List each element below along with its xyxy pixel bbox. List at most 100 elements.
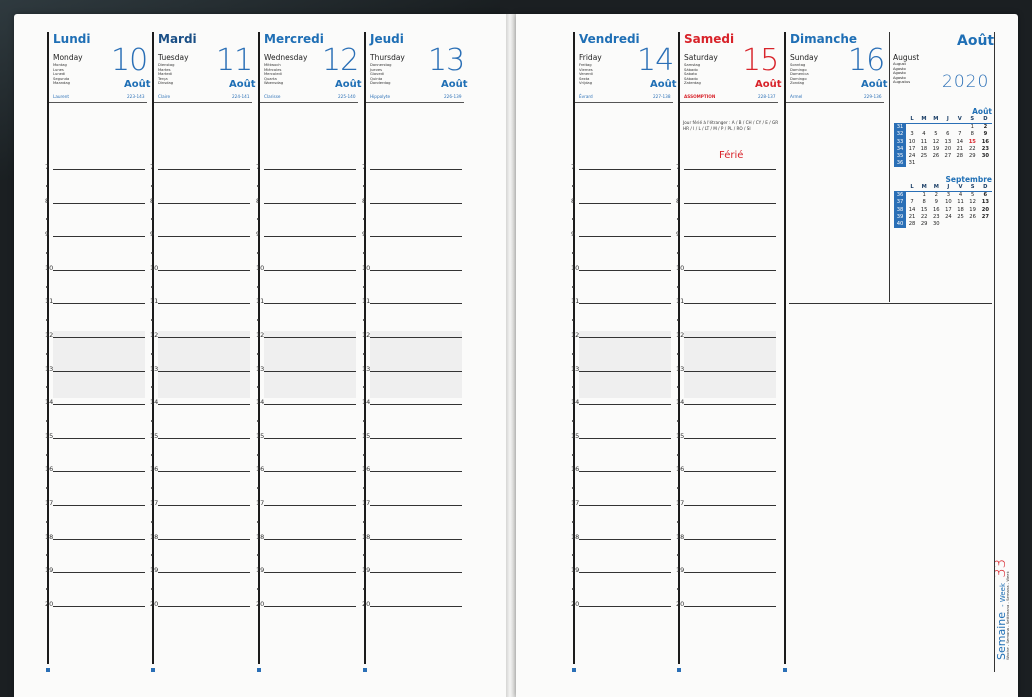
hour-slot-line[interactable] [264, 337, 356, 338]
day-cell[interactable]: 30 [979, 153, 992, 160]
day-cell[interactable]: 14 [906, 207, 918, 214]
day-cell[interactable]: 9 [979, 131, 992, 138]
hour-slot-line[interactable] [579, 404, 671, 406]
hour-slot-line[interactable] [684, 303, 776, 305]
hour-slot-line[interactable] [53, 337, 145, 338]
day-cell[interactable]: 17 [906, 146, 918, 153]
day-cell[interactable]: 25 [918, 153, 930, 160]
hour-slot-line[interactable] [264, 236, 356, 238]
hour-slot-line[interactable] [158, 471, 250, 473]
hour-slot-line[interactable] [370, 404, 462, 406]
hour-slot-line[interactable] [579, 337, 671, 338]
hour-slot-line[interactable] [264, 437, 356, 439]
hour-slot-line[interactable] [370, 269, 462, 271]
hour-slot-line[interactable] [158, 404, 250, 406]
hour-slot-line[interactable] [370, 605, 462, 607]
day-cell[interactable]: 5 [930, 131, 942, 138]
hour-slot-line[interactable] [684, 572, 776, 574]
hour-slot-line[interactable] [53, 303, 145, 305]
hour-slot-line[interactable] [158, 236, 250, 238]
hour-slot-line[interactable] [579, 605, 671, 607]
hour-slot-line[interactable] [264, 572, 356, 574]
hour-slot-line[interactable] [684, 169, 776, 170]
hour-slot-line[interactable] [370, 236, 462, 238]
hour-slot-line[interactable] [264, 538, 356, 540]
hour-slot-line[interactable] [579, 572, 671, 574]
hour-slot-line[interactable] [684, 437, 776, 439]
hour-slot-line[interactable] [264, 269, 356, 271]
day-cell[interactable]: 20 [942, 146, 954, 153]
day-cell[interactable]: 21 [906, 214, 918, 221]
hour-slot-line[interactable] [579, 303, 671, 305]
hour-slot-line[interactable] [579, 269, 671, 271]
day-cell[interactable]: 27 [979, 214, 992, 221]
day-cell[interactable]: 15 [918, 207, 930, 214]
hour-slot-line[interactable] [53, 437, 145, 439]
day-cell[interactable]: 12 [930, 139, 942, 146]
day-cell[interactable]: 17 [942, 207, 954, 214]
day-cell[interactable]: 15 [966, 139, 979, 146]
hour-slot-line[interactable] [158, 370, 250, 372]
day-cell[interactable]: 4 [954, 192, 966, 200]
hour-slot-line[interactable] [579, 437, 671, 439]
day-cell[interactable]: 2 [979, 124, 992, 132]
day-cell[interactable]: 11 [918, 139, 930, 146]
hour-slot-line[interactable] [579, 169, 671, 170]
hour-slot-line[interactable] [53, 538, 145, 540]
day-cell[interactable]: 8 [918, 199, 930, 206]
hour-slot-line[interactable] [370, 471, 462, 473]
day-cell[interactable]: 27 [942, 153, 954, 160]
day-cell[interactable]: 19 [930, 146, 942, 153]
hour-slot-line[interactable] [370, 437, 462, 439]
day-cell[interactable]: 20 [979, 207, 992, 214]
hour-slot-line[interactable] [53, 505, 145, 506]
hour-slot-line[interactable] [684, 404, 776, 406]
hour-slot-line[interactable] [684, 337, 776, 338]
hour-slot-line[interactable] [370, 337, 462, 338]
hour-slot-line[interactable] [684, 538, 776, 540]
day-cell[interactable]: 23 [930, 214, 942, 221]
hour-slot-line[interactable] [264, 303, 356, 305]
day-cell[interactable]: 23 [979, 146, 992, 153]
day-cell[interactable]: 5 [967, 192, 979, 200]
day-cell[interactable]: 25 [954, 214, 966, 221]
day-cell[interactable]: 26 [930, 153, 942, 160]
day-cell[interactable]: 6 [979, 192, 992, 200]
hour-slot-line[interactable] [158, 605, 250, 607]
hour-slot-line[interactable] [370, 169, 462, 170]
day-cell[interactable]: 7 [906, 199, 918, 206]
hour-slot-line[interactable] [684, 269, 776, 271]
day-cell[interactable]: 13 [942, 139, 954, 146]
hour-slot-line[interactable] [684, 605, 776, 607]
day-cell[interactable]: 26 [967, 214, 979, 221]
day-cell[interactable]: 18 [954, 207, 966, 214]
day-cell[interactable]: 24 [942, 214, 954, 221]
hour-slot-line[interactable] [579, 471, 671, 473]
hour-slot-line[interactable] [579, 505, 671, 506]
hour-slot-line[interactable] [53, 202, 145, 204]
day-cell[interactable]: 6 [942, 131, 954, 138]
day-cell[interactable]: 22 [966, 146, 979, 153]
hour-slot-line[interactable] [158, 269, 250, 271]
hour-slot-line[interactable] [264, 505, 356, 506]
hour-slot-line[interactable] [579, 202, 671, 204]
hour-slot-line[interactable] [684, 471, 776, 473]
hour-slot-line[interactable] [370, 505, 462, 506]
hour-slot-line[interactable] [579, 538, 671, 540]
hour-slot-line[interactable] [684, 370, 776, 372]
day-cell[interactable]: 10 [942, 199, 954, 206]
hour-slot-line[interactable] [53, 605, 145, 607]
day-cell[interactable]: 29 [966, 153, 979, 160]
hour-slot-line[interactable] [264, 605, 356, 607]
hour-slot-line[interactable] [264, 169, 356, 170]
day-cell[interactable]: 18 [918, 146, 930, 153]
hour-slot-line[interactable] [684, 202, 776, 204]
hour-slot-line[interactable] [579, 236, 671, 238]
day-cell[interactable]: 14 [954, 139, 966, 146]
day-cell[interactable]: 7 [954, 131, 966, 138]
hour-slot-line[interactable] [53, 269, 145, 271]
hour-slot-line[interactable] [264, 202, 356, 204]
hour-slot-line[interactable] [370, 370, 462, 372]
day-cell[interactable]: 12 [967, 199, 979, 206]
day-cell[interactable]: 3 [906, 131, 918, 138]
